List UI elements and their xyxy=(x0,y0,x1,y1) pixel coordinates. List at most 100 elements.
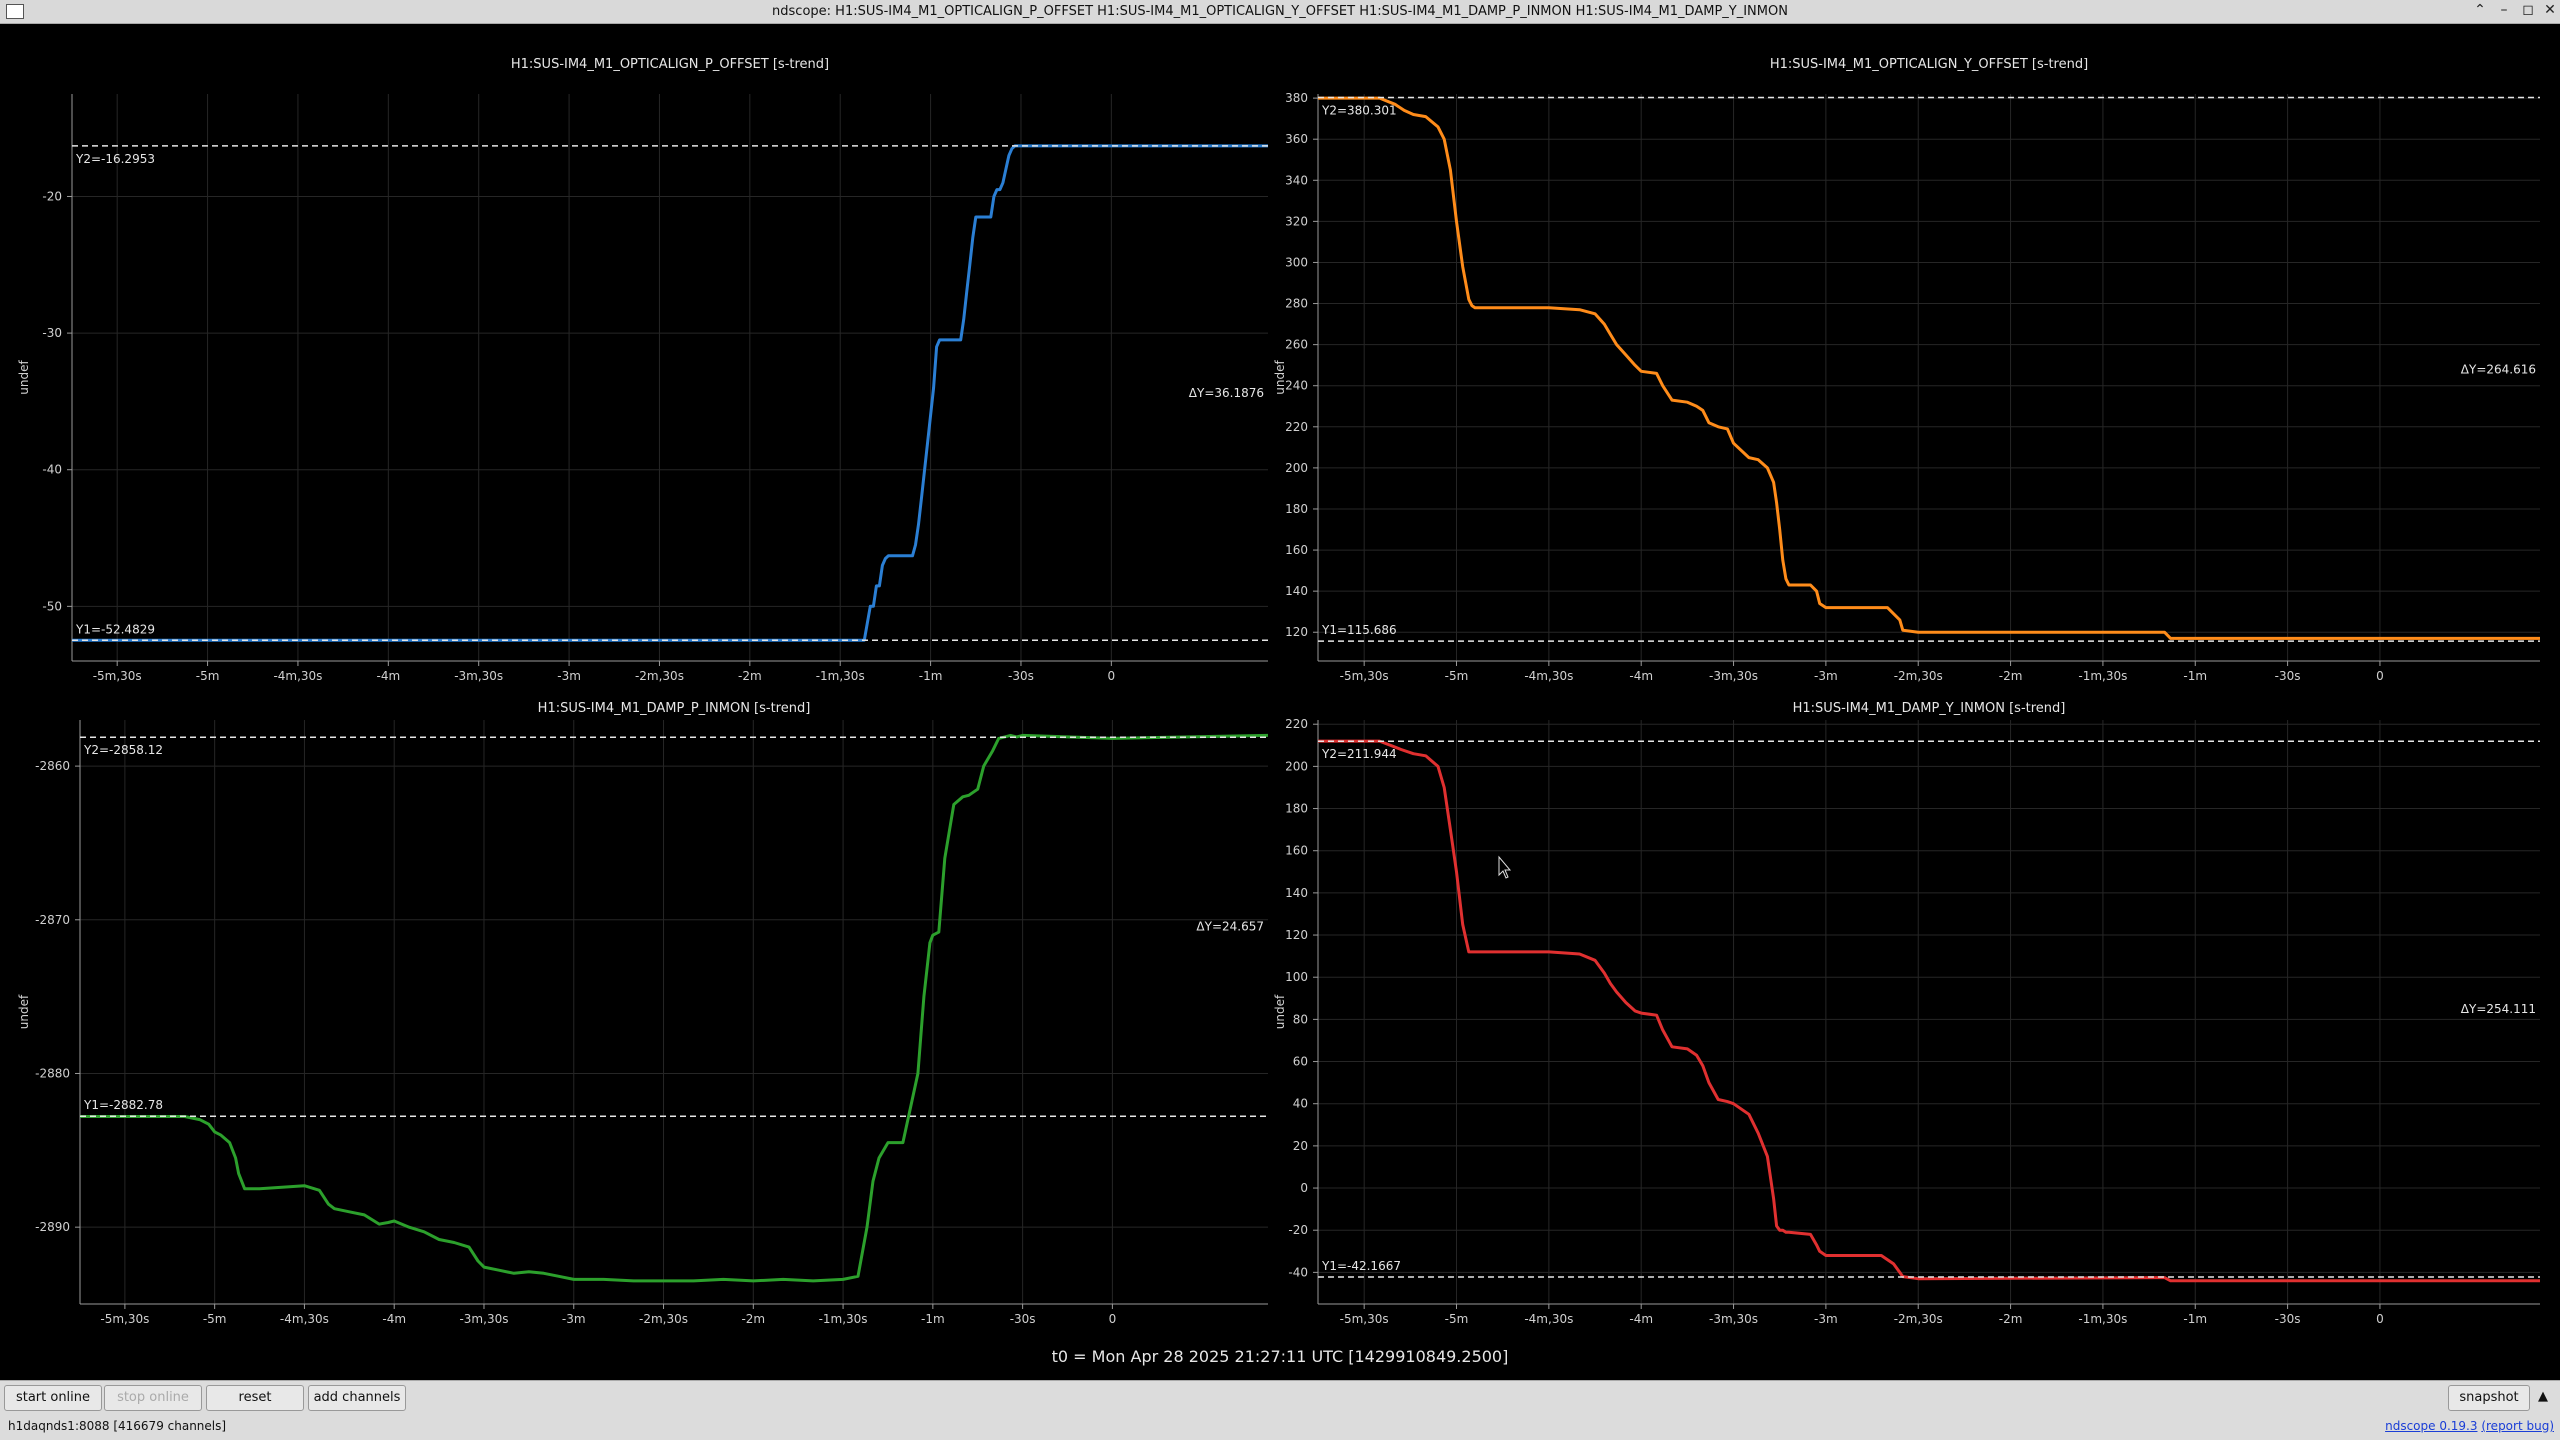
x-tick-label: -3m,30s xyxy=(459,1312,508,1326)
y-tick-label: -30 xyxy=(42,326,62,340)
y-tick-label: -2890 xyxy=(35,1220,70,1234)
x-tick-label: -3m xyxy=(562,1312,586,1326)
y-axis-label: undef xyxy=(17,994,31,1029)
cursor-delta-label: ΔY=264.616 xyxy=(2461,362,2536,376)
y-tick-label: -40 xyxy=(42,463,62,477)
x-tick-label: -2m xyxy=(741,1312,765,1326)
x-tick-label: -1m,30s xyxy=(816,669,865,683)
x-tick-label: -1m xyxy=(2183,1312,2207,1326)
t0-label: t0 = Mon Apr 28 2025 21:27:11 UTC [14299… xyxy=(1052,1347,1509,1366)
toolbar-collapse-icon[interactable]: ▲ xyxy=(2532,1385,2554,1409)
x-tick-label: -4m xyxy=(1629,669,1653,683)
y-tick-label: 200 xyxy=(1285,461,1308,475)
y-tick-label: 180 xyxy=(1285,802,1308,816)
plot-title: H1:SUS-IM4_M1_DAMP_P_INMON [s-trend] xyxy=(538,701,811,716)
x-tick-label: -3m xyxy=(1814,669,1838,683)
x-tick-label: -3m xyxy=(557,669,581,683)
x-tick-label: -4m xyxy=(1629,1312,1653,1326)
cursor-y1-label: Y1=115.686 xyxy=(1321,623,1397,637)
x-tick-label: -1m xyxy=(2183,669,2207,683)
y-tick-label: -2870 xyxy=(35,913,70,927)
close-window-icon[interactable]: ✕ xyxy=(2540,2,2560,18)
y-tick-label: 280 xyxy=(1285,297,1308,311)
window-title: ndscope: H1:SUS-IM4_M1_OPTICALIGN_P_OFFS… xyxy=(772,4,1788,19)
x-tick-label: -30s xyxy=(1010,1312,1036,1326)
x-tick-label: -4m xyxy=(382,1312,406,1326)
x-tick-label: -2m,30s xyxy=(639,1312,688,1326)
x-tick-label: -3m,30s xyxy=(454,669,503,683)
y-tick-label: -2860 xyxy=(35,759,70,773)
y-tick-label: 120 xyxy=(1285,928,1308,942)
x-tick-label: 0 xyxy=(1109,1312,1117,1326)
plots-canvas: H1:SUS-IM4_M1_OPTICALIGN_P_OFFSET [s-tre… xyxy=(17,57,2540,1366)
y-tick-label: 60 xyxy=(1293,1055,1308,1069)
mouse-cursor-icon xyxy=(1498,855,1512,879)
x-tick-label: -4m,30s xyxy=(273,669,322,683)
y-tick-label: 40 xyxy=(1293,1097,1308,1111)
y-axis-label: undef xyxy=(17,360,31,395)
y-tick-label: 80 xyxy=(1293,1012,1308,1026)
y-tick-label: -20 xyxy=(42,189,62,203)
x-tick-label: -4m,30s xyxy=(280,1312,329,1326)
y-tick-label: 120 xyxy=(1285,625,1308,639)
x-tick-label: -2m,30s xyxy=(1894,669,1943,683)
x-tick-label: -1m,30s xyxy=(2078,669,2127,683)
x-tick-label: 0 xyxy=(1108,669,1116,683)
plot-title: H1:SUS-IM4_M1_OPTICALIGN_Y_OFFSET [s-tre… xyxy=(1770,57,2088,72)
y-tick-label: 180 xyxy=(1285,502,1308,516)
plot-optical-align-pitch[interactable]: H1:SUS-IM4_M1_OPTICALIGN_P_OFFSET [s-tre… xyxy=(17,57,1268,683)
x-tick-label: -5m xyxy=(1445,669,1469,683)
plot-damp-pitch-inmon[interactable]: H1:SUS-IM4_M1_DAMP_P_INMON [s-trend] -5m,… xyxy=(17,701,1269,1326)
version-link[interactable]: ndscope 0.19.3 xyxy=(2385,1419,2477,1433)
window-titlebar: ndscope: H1:SUS-IM4_M1_OPTICALIGN_P_OFFS… xyxy=(0,0,2560,24)
x-tick-label: -2m xyxy=(738,669,762,683)
report-bug-link[interactable]: (report bug) xyxy=(2481,1419,2554,1433)
y-tick-label: 160 xyxy=(1285,543,1308,557)
start-online-button[interactable]: start online xyxy=(4,1385,102,1411)
y-tick-label: 220 xyxy=(1285,420,1308,434)
cursor-y1-label: Y1=-42.1667 xyxy=(1321,1259,1401,1273)
shade-window-icon[interactable]: ⌃ xyxy=(2470,2,2490,18)
cursor-y1-label: Y1=-2882.78 xyxy=(83,1098,163,1112)
plot-optical-align-yaw[interactable]: H1:SUS-IM4_M1_OPTICALIGN_Y_OFFSET [s-tre… xyxy=(1273,57,2540,683)
y-tick-label: 140 xyxy=(1285,886,1308,900)
y-tick-label: 140 xyxy=(1285,584,1308,598)
cursor-y1-label: Y1=-52.4829 xyxy=(75,622,155,636)
x-tick-label: -1m xyxy=(919,669,943,683)
y-tick-label: 160 xyxy=(1285,844,1308,858)
plot-damp-yaw-inmon[interactable]: H1:SUS-IM4_M1_DAMP_Y_INMON [s-trend] -5m,… xyxy=(1273,701,2540,1326)
maximize-window-icon[interactable]: ◻ xyxy=(2518,2,2538,18)
add-channels-button[interactable]: add channels xyxy=(308,1385,406,1411)
y-tick-label: -20 xyxy=(1288,1223,1308,1237)
y-tick-label: -2880 xyxy=(35,1066,70,1080)
y-tick-label: 300 xyxy=(1285,255,1308,269)
stop-online-button[interactable]: stop online xyxy=(104,1385,202,1411)
x-tick-label: -5m xyxy=(196,669,220,683)
status-bar: h1daqnds1:8088 [416679 channels] ndscope… xyxy=(0,1414,2560,1440)
x-tick-label: -1m,30s xyxy=(2078,1312,2127,1326)
y-tick-label: 220 xyxy=(1285,717,1308,731)
y-tick-label: 200 xyxy=(1285,759,1308,773)
cursor-delta-label: ΔY=36.1876 xyxy=(1189,386,1264,400)
cursor-delta-label: ΔY=254.111 xyxy=(2461,1002,2536,1016)
x-tick-label: -5m,30s xyxy=(100,1312,149,1326)
y-tick-label: -40 xyxy=(1288,1265,1308,1279)
y-tick-label: 20 xyxy=(1293,1139,1308,1153)
cursor-delta-label: ΔY=24.657 xyxy=(1196,920,1264,934)
y-tick-label: 340 xyxy=(1285,173,1308,187)
minimize-window-icon[interactable]: – xyxy=(2494,2,2514,18)
series-line xyxy=(72,144,1268,642)
server-status: h1daqnds1:8088 [416679 channels] xyxy=(8,1419,227,1433)
y-axis-label: undef xyxy=(1273,994,1287,1029)
x-tick-label: -3m,30s xyxy=(1709,1312,1758,1326)
plot-title: H1:SUS-IM4_M1_OPTICALIGN_P_OFFSET [s-tre… xyxy=(511,57,829,72)
x-tick-label: -2m xyxy=(1999,1312,2023,1326)
x-tick-label: -2m,30s xyxy=(635,669,684,683)
x-tick-label: -4m,30s xyxy=(1524,669,1573,683)
series-line xyxy=(1318,739,2540,1283)
x-tick-label: -3m xyxy=(1814,1312,1838,1326)
snapshot-button[interactable]: snapshot xyxy=(2448,1385,2530,1411)
x-tick-label: -5m,30s xyxy=(1340,1312,1389,1326)
reset-button[interactable]: reset xyxy=(206,1385,304,1411)
x-tick-label: 0 xyxy=(2376,669,2384,683)
